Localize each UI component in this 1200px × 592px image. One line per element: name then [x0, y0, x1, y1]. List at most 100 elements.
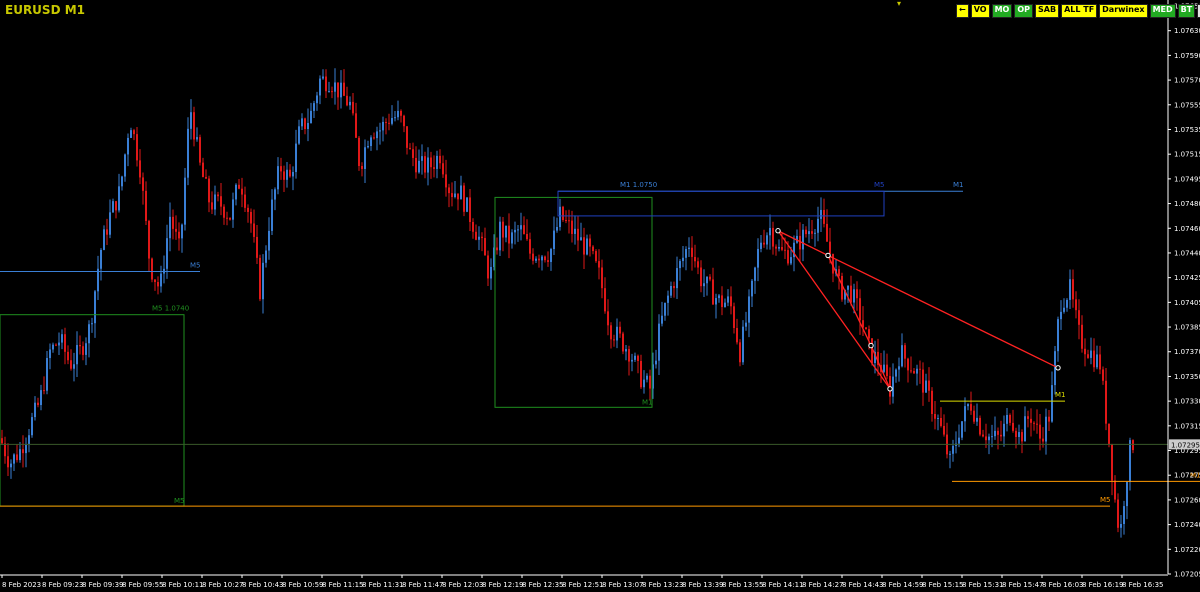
candle: [445, 159, 447, 197]
candle: [817, 206, 819, 242]
candle: [700, 260, 702, 293]
toolbar-button-1[interactable]: VO: [970, 4, 990, 18]
candle: [271, 189, 273, 235]
candle: [1123, 500, 1125, 535]
candle: [1027, 410, 1029, 428]
candle: [931, 387, 933, 422]
candle: [646, 373, 648, 383]
zone-box[interactable]: M5: [557, 181, 885, 217]
candle: [1000, 420, 1002, 442]
candle: [328, 81, 330, 93]
candle: [526, 219, 528, 241]
candle: [217, 191, 219, 202]
zone-label: M5: [874, 181, 885, 189]
candle: [967, 403, 969, 411]
candle: [1030, 408, 1032, 437]
candle: [754, 266, 756, 294]
candle: [295, 129, 297, 179]
x-tick-label: 8 Feb 16:19: [1082, 581, 1123, 589]
candle: [442, 155, 444, 178]
candle: [970, 391, 972, 415]
candle: [499, 216, 501, 257]
candle: [613, 334, 615, 347]
candle: [532, 248, 534, 265]
zone-box[interactable]: M1: [494, 196, 653, 408]
candle: [367, 140, 369, 149]
x-tick-label: 8 Feb 12:35: [522, 581, 563, 589]
y-tick-label: 1.07240: [1174, 521, 1200, 529]
candle: [670, 281, 672, 298]
candle: [898, 357, 900, 382]
pattern-point[interactable]: [825, 252, 831, 259]
candle: [142, 172, 144, 205]
zone-line[interactable]: M1 1.0750 M1: [558, 181, 964, 192]
price-chart[interactable]: M5 M5 1.0740 M5 M5 M1 M1 1.0750 M1 M5 M1 M1 1.076…: [0, 0, 1200, 592]
candle: [157, 276, 159, 295]
toolbar-button-4[interactable]: SAB: [1035, 4, 1060, 18]
candle: [124, 153, 126, 182]
candle: [118, 173, 120, 213]
toolbar-button-0[interactable]: ←: [956, 4, 969, 18]
zone-label: M1: [1055, 391, 1066, 399]
candle: [520, 212, 522, 241]
candle: [484, 227, 486, 256]
candle: [742, 320, 744, 365]
candle: [913, 367, 915, 374]
candle: [172, 209, 174, 240]
y-tick-label: 1.07590: [1174, 52, 1200, 60]
candle: [934, 400, 936, 430]
toolbar-button-8[interactable]: BT: [1177, 4, 1196, 18]
pattern-point[interactable]: [775, 228, 781, 234]
candle: [1066, 298, 1068, 312]
candle: [52, 342, 54, 353]
candle: [583, 227, 585, 270]
candle: [277, 157, 279, 195]
candle: [559, 198, 561, 231]
zone-line[interactable]: M5: [0, 496, 1111, 507]
pattern-point[interactable]: [887, 386, 893, 392]
candle: [322, 69, 324, 80]
candle: [598, 249, 600, 280]
candle: [346, 86, 348, 107]
pattern-point[interactable]: [868, 342, 874, 349]
candle: [736, 318, 738, 345]
candle: [943, 414, 945, 437]
pattern-point[interactable]: [1055, 365, 1061, 371]
candle: [907, 357, 909, 383]
candle: [649, 369, 651, 401]
candle: [307, 108, 309, 142]
x-tick-label: 8 Feb 13:07: [602, 581, 643, 589]
candle: [502, 217, 504, 252]
candle: [718, 294, 720, 303]
candle: [1, 429, 3, 446]
candle: [241, 177, 243, 208]
x-tick-label: 8 Feb 15:31: [962, 581, 1003, 589]
candle: [1024, 406, 1026, 442]
zone-line[interactable]: M1: [952, 471, 1200, 482]
x-tick-label: 8 Feb 09:23: [42, 581, 83, 589]
candle: [28, 428, 30, 453]
candle: [316, 91, 318, 111]
candle: [343, 69, 345, 97]
candle: [685, 246, 687, 271]
candle: [79, 335, 81, 355]
candle: [1009, 413, 1011, 426]
toolbar-button-7[interactable]: MED: [1149, 4, 1176, 18]
candle: [196, 127, 198, 142]
candle: [121, 175, 123, 191]
candle: [64, 327, 66, 365]
candle: [664, 302, 666, 321]
candle: [523, 216, 525, 235]
candle: [631, 353, 633, 372]
y-tick-label: 1.07220: [1174, 546, 1200, 554]
candle: [31, 412, 33, 438]
candle: [622, 331, 624, 355]
x-tick-label: 8 Feb 10:43: [242, 581, 283, 589]
zone-line[interactable]: M1: [940, 391, 1066, 402]
toolbar-button-6[interactable]: Darwinex: [1099, 4, 1148, 18]
candle: [673, 281, 675, 298]
toolbar-button-2[interactable]: MO: [991, 4, 1013, 18]
candle: [361, 162, 363, 177]
toolbar-button-5[interactable]: ALL TF: [1061, 4, 1098, 18]
toolbar-button-3[interactable]: OP: [1014, 4, 1033, 18]
